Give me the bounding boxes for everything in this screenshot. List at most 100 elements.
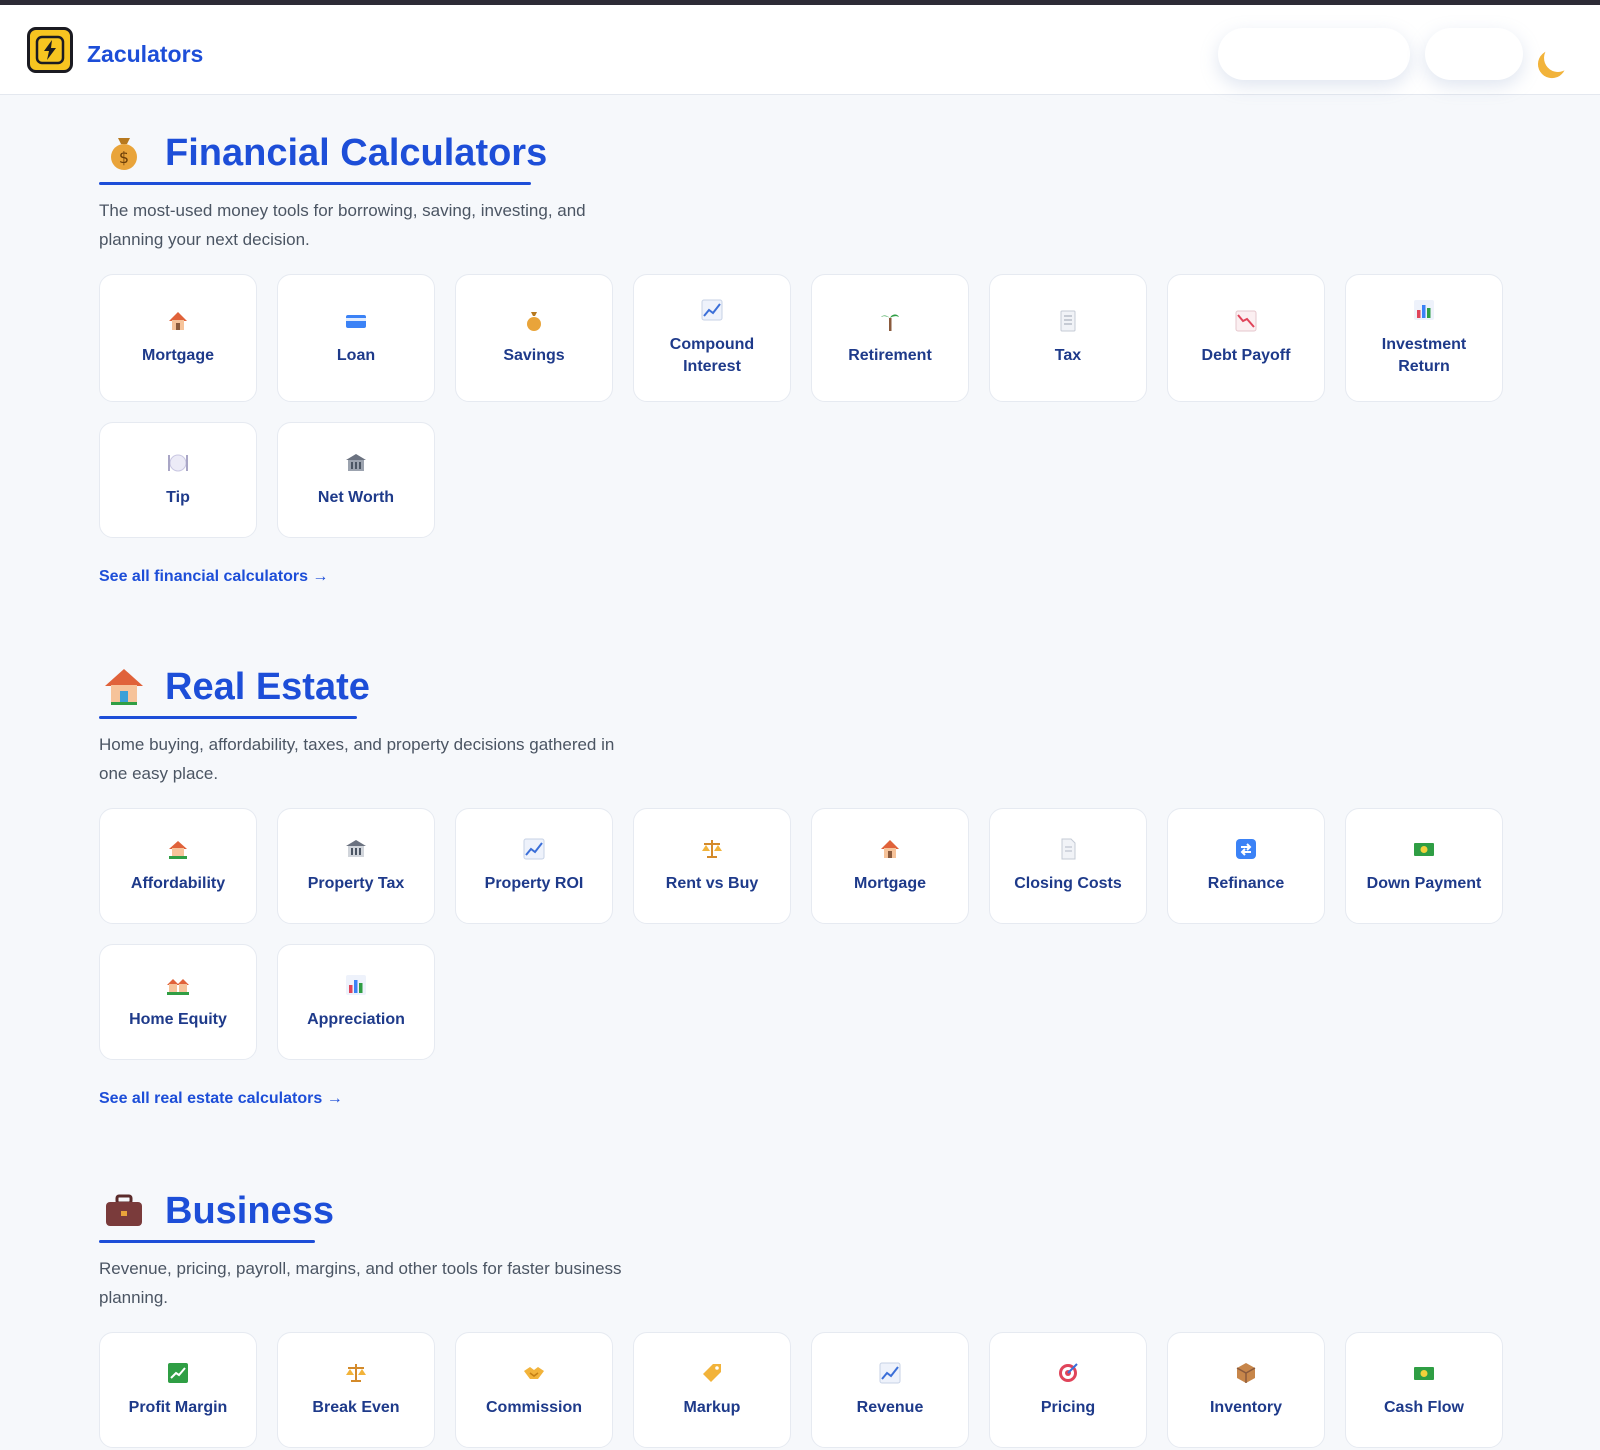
money-bag-icon: $ xyxy=(102,130,146,174)
card-inventory[interactable]: Inventory xyxy=(1167,1332,1325,1448)
card-label: Inventory xyxy=(1209,1399,1282,1416)
card-label: Break Even xyxy=(312,1399,400,1416)
section-title: Business xyxy=(165,1190,334,1232)
bank-icon xyxy=(344,451,368,475)
card-label: Down Payment xyxy=(1366,875,1482,892)
section-underline xyxy=(99,1240,315,1243)
card-debt-payoff[interactable]: Debt Payoff xyxy=(1167,274,1325,402)
credit-card-icon xyxy=(344,309,368,333)
see-all-financial-link[interactable]: See all financial calculators → xyxy=(99,568,328,586)
nav-pill-button[interactable] xyxy=(1218,28,1410,80)
section-title: Real Estate xyxy=(165,666,370,708)
card-pricing[interactable]: Pricing xyxy=(989,1332,1147,1448)
card-label: Tip xyxy=(166,489,190,506)
card-markup[interactable]: Markup xyxy=(633,1332,791,1448)
lightning-bolt-icon[interactable] xyxy=(27,27,73,73)
card-refinance[interactable]: Refinance xyxy=(1167,808,1325,924)
bar-chart-icon xyxy=(1412,298,1436,322)
bank-icon xyxy=(344,837,368,861)
card-property-tax[interactable]: Property Tax xyxy=(277,808,435,924)
nav-pill-button-small[interactable] xyxy=(1425,28,1523,80)
palm-tree-icon xyxy=(878,309,902,333)
card-appreciation[interactable]: Appreciation xyxy=(277,944,435,1060)
banknote-icon xyxy=(1412,1361,1436,1385)
banknote-icon xyxy=(1412,837,1436,861)
card-investment-return[interactable]: Investment Return xyxy=(1345,274,1503,402)
target-icon xyxy=(1056,1361,1080,1385)
card-retirement[interactable]: Retirement xyxy=(811,274,969,402)
card-affordability[interactable]: Affordability xyxy=(99,808,257,924)
chart-down-icon xyxy=(1234,309,1258,333)
card-loan[interactable]: Loan xyxy=(277,274,435,402)
card-label: Loan xyxy=(336,347,376,364)
card-label: Home Equity xyxy=(129,1011,227,1028)
card-mortgage-re[interactable]: Mortgage xyxy=(811,808,969,924)
card-label: Investment Return xyxy=(1381,336,1467,375)
card-label: Net Worth xyxy=(317,489,395,506)
briefcase-icon xyxy=(102,1188,146,1232)
repeat-icon xyxy=(1234,837,1258,861)
card-label: Mortgage xyxy=(854,875,926,892)
card-label: Debt Payoff xyxy=(1201,347,1291,364)
section-underline xyxy=(99,182,531,185)
card-revenue[interactable]: Revenue xyxy=(811,1332,969,1448)
card-commission[interactable]: Commission xyxy=(455,1332,613,1448)
card-mortgage[interactable]: Mortgage xyxy=(99,274,257,402)
section-description: Home buying, affordability, taxes, and p… xyxy=(99,735,615,783)
card-down-payment[interactable]: Down Payment xyxy=(1345,808,1503,924)
section-description: The most-used money tools for borrowing,… xyxy=(99,201,586,249)
card-closing-costs[interactable]: Closing Costs xyxy=(989,808,1147,924)
package-icon xyxy=(1234,1361,1258,1385)
card-label: Refinance xyxy=(1207,875,1285,892)
card-label: Tax xyxy=(1054,347,1082,364)
card-label: Property Tax xyxy=(307,875,405,892)
chart-up-icon xyxy=(522,837,546,861)
card-tax[interactable]: Tax xyxy=(989,274,1147,402)
section-description: Revenue, pricing, payroll, margins, and … xyxy=(99,1259,622,1307)
card-label: Profit Margin xyxy=(128,1399,228,1416)
card-profit-margin[interactable]: Profit Margin xyxy=(99,1332,257,1448)
calculator-grid: Mortgage Loan Savings Compound Interest … xyxy=(99,274,1509,538)
brand-name[interactable]: Zaculators xyxy=(87,41,203,68)
card-label: Retirement xyxy=(848,347,932,364)
card-compound-interest[interactable]: Compound Interest xyxy=(633,274,791,402)
card-label: Savings xyxy=(503,347,565,364)
card-property-roi[interactable]: Property ROI xyxy=(455,808,613,924)
card-break-even[interactable]: Break Even xyxy=(277,1332,435,1448)
card-label: Affordability xyxy=(130,875,226,892)
card-cash-flow[interactable]: Cash Flow xyxy=(1345,1332,1503,1448)
svg-text:$: $ xyxy=(119,148,129,167)
tag-icon xyxy=(700,1361,724,1385)
page-icon xyxy=(1056,837,1080,861)
houses-icon xyxy=(166,973,190,997)
card-label: Property ROI xyxy=(484,875,584,892)
card-tip[interactable]: Tip xyxy=(99,422,257,538)
card-home-equity[interactable]: Home Equity xyxy=(99,944,257,1060)
card-label: Pricing xyxy=(1040,1399,1096,1416)
house-garden-icon xyxy=(166,837,190,861)
section-business: Business Revenue, pricing, payroll, marg… xyxy=(99,1176,1509,1448)
bar-chart-icon xyxy=(344,973,368,997)
moon-icon[interactable] xyxy=(1542,42,1574,74)
card-label: Revenue xyxy=(856,1399,924,1416)
card-label: Appreciation xyxy=(307,1011,405,1028)
scales-icon xyxy=(344,1361,368,1385)
see-all-real-estate-link[interactable]: See all real estate calculators → xyxy=(99,1090,343,1108)
card-label: Commission xyxy=(485,1399,582,1416)
plate-icon xyxy=(166,451,190,475)
scales-icon xyxy=(700,837,724,861)
handshake-icon xyxy=(522,1361,546,1385)
section-underline xyxy=(99,716,357,719)
calculator-grid: Profit Margin Break Even Commission Mark… xyxy=(99,1332,1509,1448)
card-label: Markup xyxy=(683,1399,741,1416)
card-label: Mortgage xyxy=(142,347,214,364)
document-icon xyxy=(1056,309,1080,333)
chart-up-icon xyxy=(700,298,724,322)
card-rent-vs-buy[interactable]: Rent vs Buy xyxy=(633,808,791,924)
card-label: Compound Interest xyxy=(669,336,755,375)
chart-up-green-icon xyxy=(166,1361,190,1385)
card-savings[interactable]: Savings xyxy=(455,274,613,402)
card-label: Closing Costs xyxy=(1014,875,1122,892)
top-nav: Zaculators xyxy=(0,5,1600,95)
card-net-worth[interactable]: Net Worth xyxy=(277,422,435,538)
